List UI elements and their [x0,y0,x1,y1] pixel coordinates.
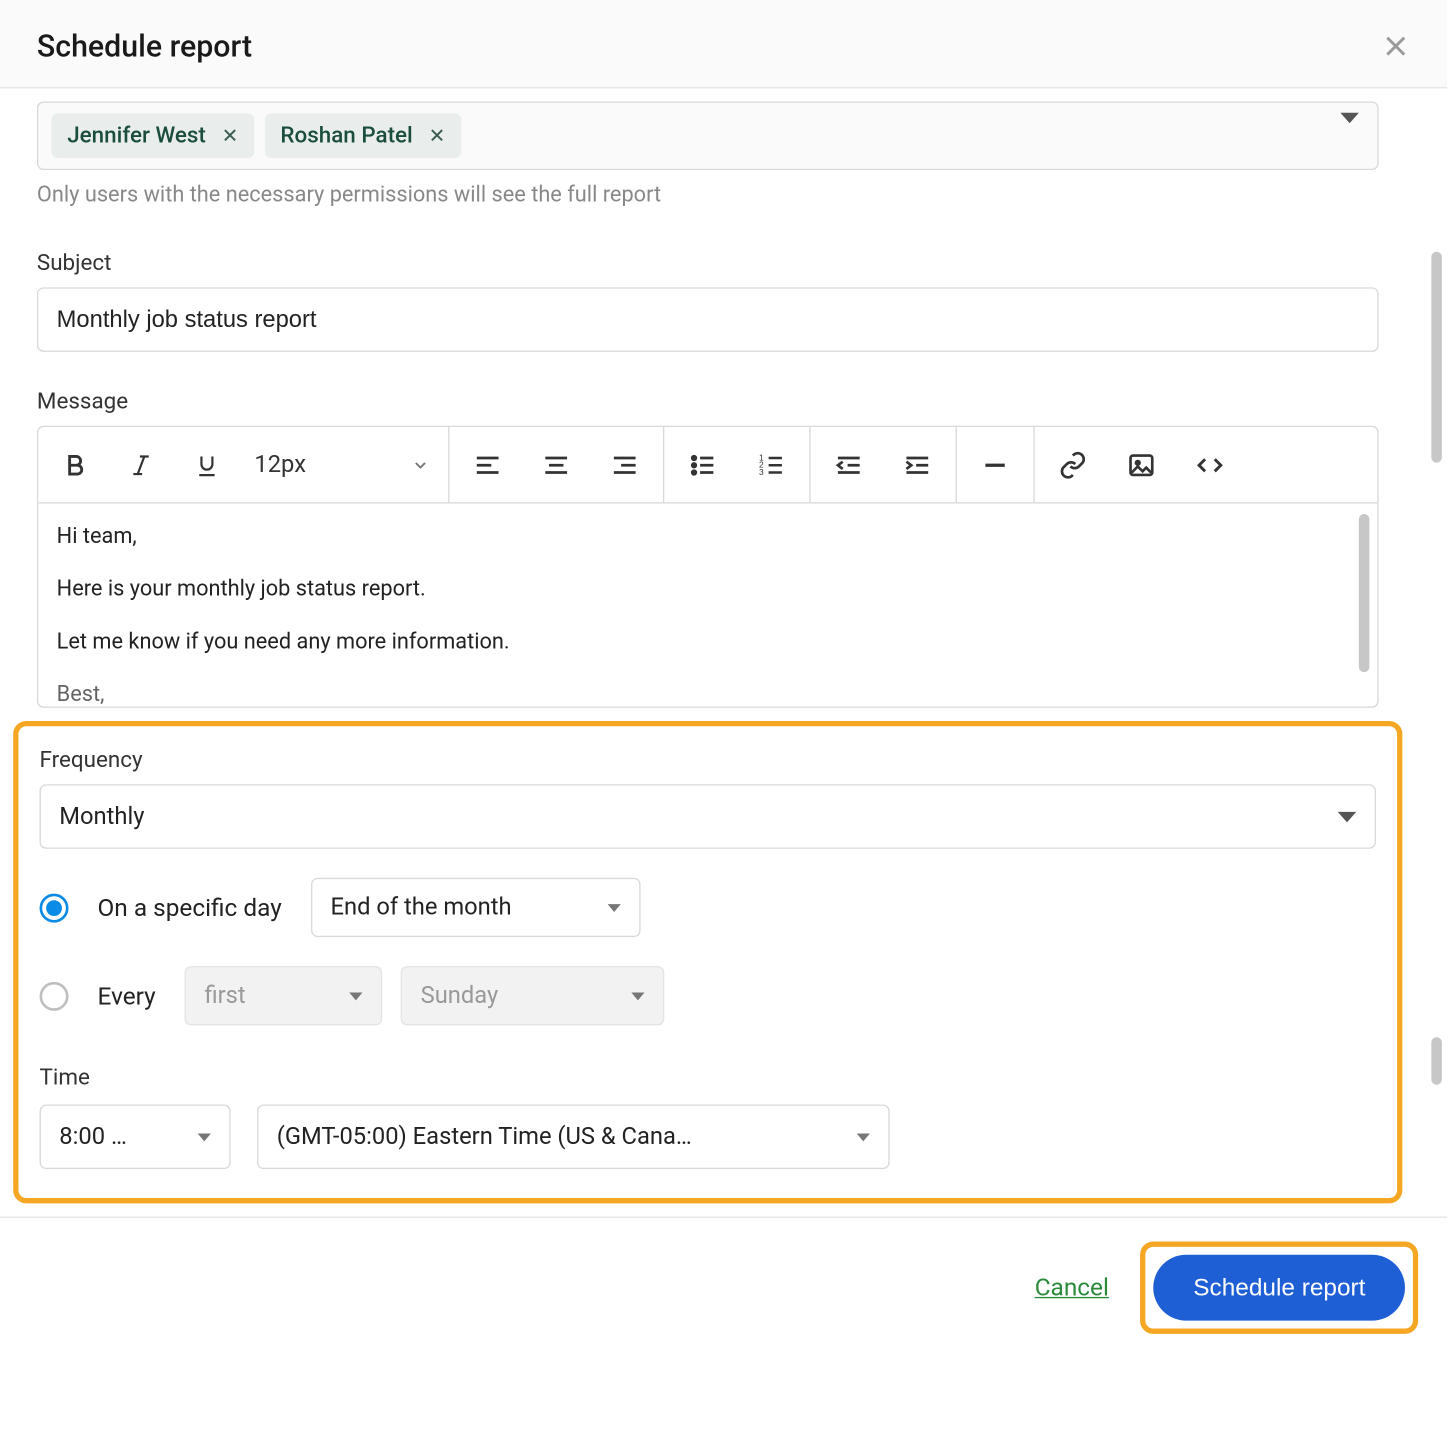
subject-input[interactable] [37,287,1379,352]
chip-label: Jennifer West [67,123,206,149]
weekday-value: Sunday [421,982,499,1010]
editor-scrollbar[interactable] [1359,514,1370,672]
editor-toolbar: 12px 123 [38,427,1377,503]
timezone-select[interactable]: (GMT-05:00) Eastern Time (US & Cana… [257,1104,890,1169]
message-line: Let me know if you need any more informa… [57,627,1359,659]
chip-label: Roshan Patel [280,123,412,149]
close-icon [1381,32,1410,61]
code-button[interactable] [1190,445,1230,485]
cancel-link[interactable]: Cancel [1035,1273,1109,1302]
dialog-scrollbar[interactable] [1431,252,1442,463]
indent-button[interactable] [898,445,938,485]
align-center-button[interactable] [537,445,577,485]
message-line: Hi team, [57,522,1359,554]
radio-every[interactable] [40,981,69,1010]
schedule-report-button[interactable]: Schedule report [1154,1255,1405,1321]
option-every-row: Every first Sunday [40,966,1376,1025]
time-label: Time [40,1065,1376,1091]
message-line: Best, [57,680,1359,707]
number-list-icon: 123 [757,450,786,479]
bold-icon [62,451,88,477]
link-button[interactable] [1053,445,1093,485]
recipients-input[interactable]: Jennifer West ✕ Roshan Patel ✕ [37,101,1379,170]
recipient-chip[interactable]: Jennifer West ✕ [51,113,254,158]
time-value: 8:00 … [59,1123,127,1151]
frequency-label: Frequency [40,747,1376,773]
weekday-select[interactable]: Sunday [401,966,665,1025]
submit-highlight-box: Schedule report [1141,1242,1419,1334]
message-editor: 12px 123 [37,426,1379,708]
chevron-down-icon [1338,811,1356,822]
chevron-down-icon [198,1133,211,1141]
time-select[interactable]: 8:00 … [40,1104,231,1169]
chevron-down-icon [857,1133,870,1141]
font-size-value: 12px [254,451,306,479]
align-center-icon [542,450,571,479]
chip-remove-icon[interactable]: ✕ [429,126,446,146]
code-icon [1196,450,1225,479]
dialog-footer: Cancel Schedule report [0,1217,1447,1358]
link-icon [1059,450,1088,479]
align-left-icon [473,450,502,479]
schedule-report-dialog: Schedule report Jennifer West ✕ Roshan P… [0,0,1447,1358]
radio-specific-day[interactable] [40,893,69,922]
align-right-icon [610,450,639,479]
dialog-scrollbar[interactable] [1431,1037,1442,1084]
chevron-down-icon[interactable] [1340,123,1358,148]
chevron-down-icon [631,992,644,1000]
specific-day-value: End of the month [331,894,512,922]
underline-icon [194,451,220,477]
chip-remove-icon[interactable]: ✕ [222,126,239,146]
outdent-icon [834,450,863,479]
svg-text:3: 3 [759,466,764,476]
bullet-list-icon [688,450,717,479]
outdent-button[interactable] [829,445,869,485]
timezone-value: (GMT-05:00) Eastern Time (US & Cana… [277,1123,692,1151]
option-specific-day-row: On a specific day End of the month [40,878,1376,937]
font-size-select[interactable]: 12px [254,451,429,479]
number-list-button[interactable]: 123 [751,445,791,485]
chevron-down-icon [411,455,429,473]
italic-icon [128,451,154,477]
recipients-helper-text: Only users with the necessary permission… [37,183,1379,208]
horizontal-rule-icon [981,450,1010,479]
chevron-down-icon [349,992,362,1000]
indent-icon [903,450,932,479]
underline-button[interactable] [188,446,225,483]
dialog-header: Schedule report [0,0,1447,88]
align-left-button[interactable] [468,445,508,485]
bullet-list-button[interactable] [683,445,723,485]
dialog-title: Schedule report [37,28,252,64]
bold-button[interactable] [57,446,94,483]
recipient-chip[interactable]: Roshan Patel ✕ [265,113,461,158]
message-line: Here is your monthly job status report. [57,575,1359,607]
radio-every-label: Every [98,981,156,1010]
horizontal-rule-button[interactable] [976,445,1016,485]
image-button[interactable] [1122,445,1162,485]
message-body[interactable]: Hi team, Here is your monthly job status… [38,503,1377,706]
frequency-select[interactable]: Monthly [40,784,1376,849]
schedule-highlight-box: Frequency Monthly On a specific day End … [13,721,1402,1203]
radio-specific-day-label: On a specific day [98,893,282,922]
frequency-value: Monthly [59,803,144,831]
dialog-body: Jennifer West ✕ Roshan Patel ✕ Only user… [0,88,1447,1216]
specific-day-select[interactable]: End of the month [311,878,641,937]
subject-label: Subject [37,250,1379,276]
chevron-down-icon [607,903,620,911]
message-label: Message [37,389,1379,415]
ordinal-select[interactable]: first [185,966,383,1025]
align-right-button[interactable] [605,445,645,485]
ordinal-value: first [204,982,245,1010]
italic-button[interactable] [123,446,160,483]
image-icon [1127,450,1156,479]
close-button[interactable] [1376,26,1416,66]
